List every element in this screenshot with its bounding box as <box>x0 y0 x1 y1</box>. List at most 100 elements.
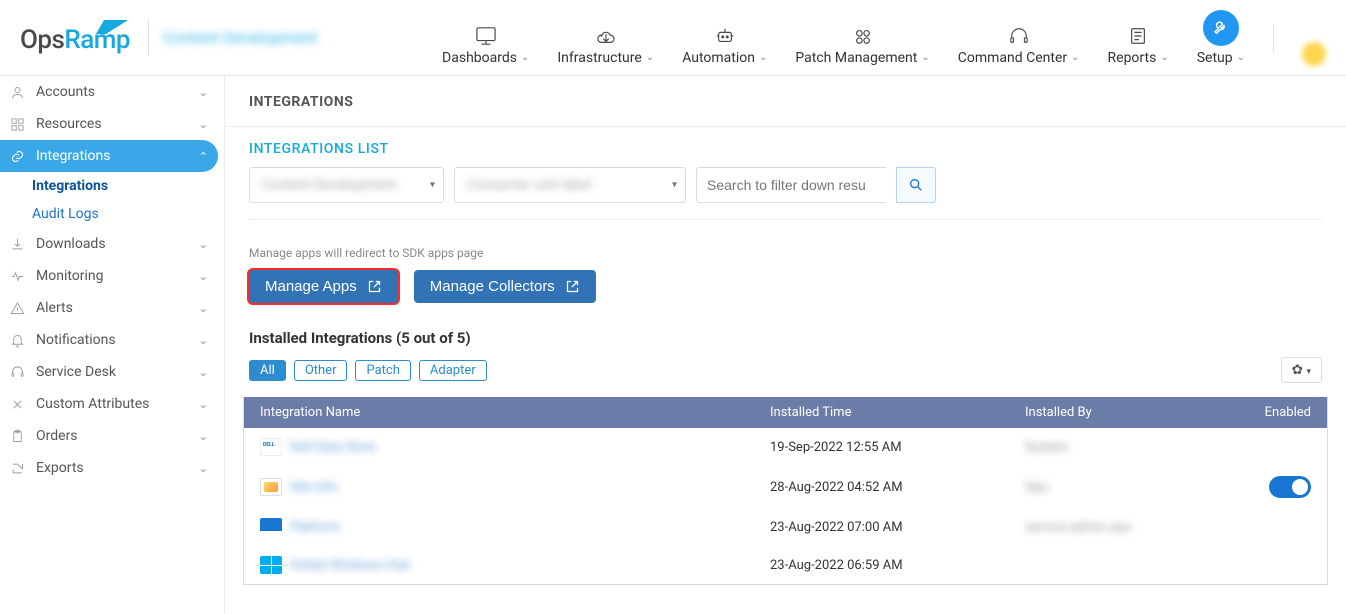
filter-tag-other[interactable]: Other <box>294 360 348 381</box>
link-icon <box>10 149 28 164</box>
sidebar-sub-integrations[interactable]: Integrations <box>0 172 224 200</box>
chevron-down-icon: ⌄ <box>199 366 208 379</box>
sidebar-item-monitoring[interactable]: Monitoring ⌄ <box>0 260 218 292</box>
integration-name[interactable]: Global Windows Hub <box>290 558 410 573</box>
sidebar-label: Service Desk <box>36 364 116 380</box>
filter-select-1[interactable]: Content Development ▾ <box>249 167 444 203</box>
app-body: Accounts ⌄ Resources ⌄ Integrations ⌃ In… <box>0 76 1346 614</box>
filter-section: INTEGRATIONS LIST Content Development ▾ … <box>225 127 1346 234</box>
layout-icon <box>475 26 497 46</box>
manage-collectors-button[interactable]: Manage Collectors <box>414 270 596 303</box>
enabled-toggle[interactable] <box>1269 476 1311 498</box>
integrations-table: Integration Name Installed Time Installe… <box>243 397 1328 585</box>
nav-command-center[interactable]: Command Center⌄ <box>958 26 1080 66</box>
sidebar-label: Notifications <box>36 332 116 348</box>
sidebar-label: Integrations <box>36 148 110 164</box>
search-button[interactable] <box>896 167 936 203</box>
table-row[interactable]: Global Windows Hub 23-Aug-2022 06:59 AM <box>244 546 1327 584</box>
nav-automation[interactable]: Automation⌄ <box>682 26 767 66</box>
sidebar-item-accounts[interactable]: Accounts ⌄ <box>0 76 218 108</box>
chevron-down-icon: ⌄ <box>199 398 208 411</box>
nav-setup[interactable]: Setup⌄ <box>1197 10 1245 66</box>
divider <box>148 20 149 56</box>
integration-icon <box>260 478 282 496</box>
sidebar-item-alerts[interactable]: Alerts ⌄ <box>0 292 218 324</box>
user-icon <box>10 85 28 100</box>
filter-tag-adapter[interactable]: Adapter <box>419 360 487 381</box>
nav-reports-label: Reports <box>1108 50 1157 66</box>
chevron-down-icon: ⌄ <box>199 462 208 475</box>
brand-logo: OpsRamp <box>20 20 134 55</box>
sidebar-item-resources[interactable]: Resources ⌄ <box>0 108 218 140</box>
col-installed-by[interactable]: Installed By <box>1025 405 1210 420</box>
clipboard-icon <box>10 429 28 444</box>
download-icon <box>10 237 28 252</box>
chevron-down-icon: ⌄ <box>646 52 654 63</box>
col-installed-time[interactable]: Installed Time <box>770 405 1025 420</box>
grid-icon <box>10 117 28 132</box>
integration-name[interactable]: Platform <box>290 520 340 535</box>
integration-name[interactable]: Dell Data Store <box>290 440 376 455</box>
sidebar-label: Custom Attributes <box>36 396 149 412</box>
external-link-icon <box>565 279 580 294</box>
sidebar-item-downloads[interactable]: Downloads ⌄ <box>0 228 218 260</box>
sidebar-label: Downloads <box>36 236 106 252</box>
chevron-down-icon: ⌄ <box>921 52 929 63</box>
export-icon <box>10 461 28 476</box>
chevron-down-icon: ⌄ <box>521 52 529 63</box>
filter-tag-patch[interactable]: Patch <box>355 360 410 381</box>
bell-icon <box>10 333 28 348</box>
brand-area: OpsRamp Content Development <box>20 20 320 56</box>
integration-icon <box>260 556 282 574</box>
integration-icon <box>260 438 282 456</box>
col-integration-name[interactable]: Integration Name <box>260 405 770 420</box>
headset-icon <box>1008 26 1030 46</box>
monitor-icon <box>10 269 28 284</box>
table-row[interactable]: Dell Data Store 19-Sep-2022 12:55 AM Sys… <box>244 428 1327 466</box>
sidebar-item-integrations[interactable]: Integrations ⌃ <box>0 140 218 172</box>
sidebar-item-custom-attributes[interactable]: Custom Attributes ⌄ <box>0 388 218 420</box>
divider <box>249 219 1322 220</box>
gear-icon: ✿ <box>1292 362 1303 377</box>
paper-icon <box>1127 26 1149 46</box>
filter-select-2[interactable]: Consumer unit label ▾ <box>454 167 686 203</box>
tools-icon <box>10 397 28 412</box>
table-row[interactable]: Platform 23-Aug-2022 07:00 AM service.ad… <box>244 508 1327 546</box>
context-name[interactable]: Content Development <box>163 28 318 47</box>
installed-integrations-title: Installed Integrations (5 out of 5) <box>225 321 1346 357</box>
main-content: INTEGRATIONS INTEGRATIONS LIST Content D… <box>225 76 1346 614</box>
divider <box>1273 24 1274 52</box>
manage-apps-button[interactable]: Manage Apps <box>249 270 398 303</box>
col-enabled[interactable]: Enabled <box>1210 405 1311 420</box>
table-settings-button[interactable]: ✿ ▾ <box>1281 357 1322 383</box>
table-header: Integration Name Installed Time Installe… <box>244 397 1327 428</box>
nav-patch-management[interactable]: Patch Management⌄ <box>795 26 929 66</box>
table-row[interactable]: Site Info 28-Aug-2022 04:52 AM Ops <box>244 466 1327 508</box>
chevron-down-icon: ⌄ <box>199 430 208 443</box>
chevron-up-icon: ⌃ <box>199 150 208 163</box>
chevron-down-icon: ▾ <box>672 180 677 191</box>
setup-wrench-icon <box>1203 10 1239 46</box>
sidebar-label: Exports <box>36 460 84 476</box>
sidebar-sub-audit-logs[interactable]: Audit Logs <box>0 200 224 228</box>
user-avatar[interactable] <box>1302 42 1326 66</box>
installed-time: 19-Sep-2022 12:55 AM <box>770 440 1025 455</box>
sidebar-item-service-desk[interactable]: Service Desk ⌄ <box>0 356 218 388</box>
nav-reports[interactable]: Reports⌄ <box>1108 26 1169 66</box>
sidebar-label: Resources <box>36 116 102 132</box>
chevron-down-icon: ⌄ <box>199 86 208 99</box>
nav-dashboards[interactable]: Dashboards⌄ <box>442 26 529 66</box>
search-input[interactable] <box>696 167 886 203</box>
filter-tag-all[interactable]: All <box>249 360 286 381</box>
sidebar-item-exports[interactable]: Exports ⌄ <box>0 452 218 484</box>
sidebar-label: Orders <box>36 428 78 444</box>
installed-by: service.admin.ops <box>1025 520 1131 535</box>
list-label: INTEGRATIONS LIST <box>249 141 1322 157</box>
select-value: Consumer unit label <box>467 177 591 193</box>
sidebar-item-notifications[interactable]: Notifications ⌄ <box>0 324 218 356</box>
sidebar: Accounts ⌄ Resources ⌄ Integrations ⌃ In… <box>0 76 225 614</box>
integration-name[interactable]: Site Info <box>290 480 338 495</box>
nav-infrastructure[interactable]: Infrastructure⌄ <box>557 26 654 66</box>
app-header: OpsRamp Content Development Dashboards⌄ … <box>0 0 1346 76</box>
sidebar-item-orders[interactable]: Orders ⌄ <box>0 420 218 452</box>
